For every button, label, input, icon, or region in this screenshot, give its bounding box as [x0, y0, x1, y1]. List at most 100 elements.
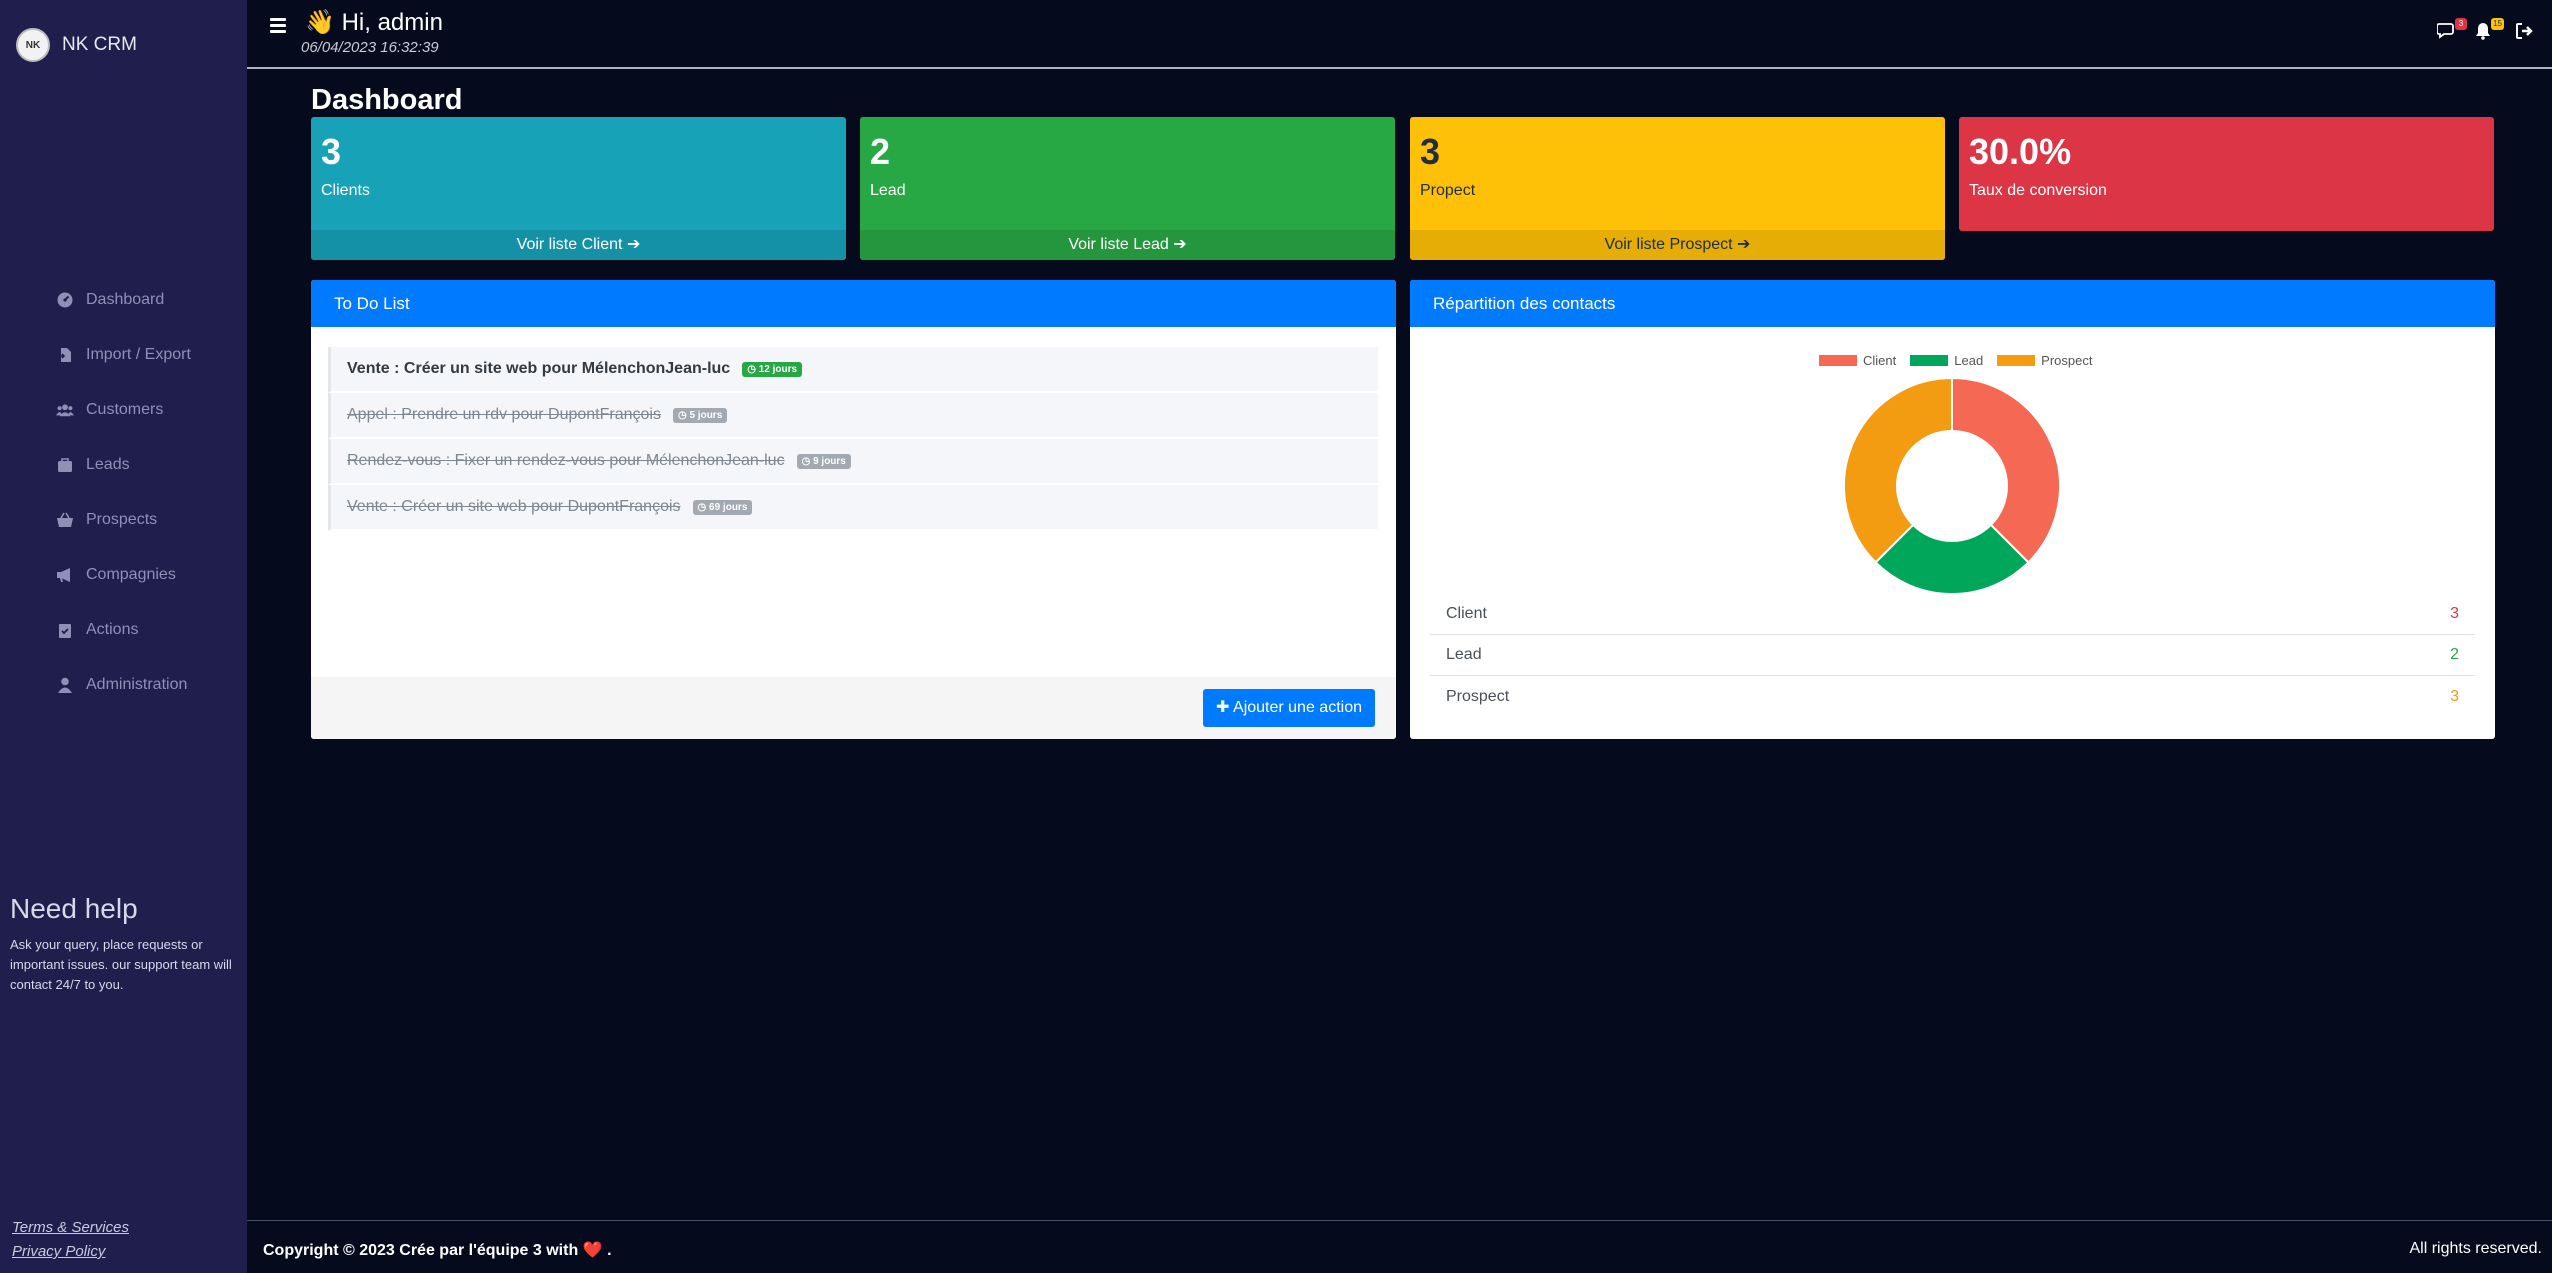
donut-slice-client[interactable] — [1951, 376, 2062, 564]
top-bar: 👋 Hi, admin 06/04/2023 16:32:39 3 15 — [247, 0, 2552, 69]
prospects-label: Propect — [1420, 182, 1476, 199]
clients-card: 3 Clients Voir liste Client ➔ — [311, 117, 846, 260]
file-import-icon — [56, 347, 74, 363]
copyright-period: . — [607, 1242, 612, 1259]
arrow-circle-right-icon: ➔ — [626, 236, 641, 253]
sidebar-item-label: Dashboard — [86, 290, 165, 308]
basket-icon — [56, 512, 74, 528]
notifications-icon[interactable]: 15 — [2474, 18, 2504, 44]
stat-row-prospect: Prospect 3 — [1430, 676, 2475, 717]
todo-item[interactable]: Vente : Créer un site web pour DupontFra… — [328, 485, 1378, 531]
clipboard-check-icon — [56, 622, 74, 638]
sidebar-item-label: Leads — [86, 455, 130, 473]
leads-card: 2 Lead Voir liste Lead ➔ — [860, 117, 1395, 260]
legend-item-lead[interactable]: Lead — [1910, 353, 1983, 368]
sidebar-item-compagnies[interactable]: Compagnies — [56, 547, 191, 602]
sidebar-item-label: Prospects — [86, 510, 158, 528]
user-icon — [56, 677, 74, 693]
todo-panel: To Do List Vente : Créer un site web pou… — [311, 280, 1396, 739]
conversion-rate: 30.0% — [1969, 131, 2072, 172]
stat-row-lead: Lead 2 — [1430, 635, 2475, 676]
sidebar-item-dashboard[interactable]: Dashboard — [56, 272, 191, 327]
users-icon — [56, 402, 74, 418]
todo-item-text: Appel : Prendre un rdv pour DupontFranço… — [347, 406, 661, 423]
greeting-text: Hi, admin — [341, 9, 443, 36]
contacts-distribution-panel: Répartition des contacts Client Lead Prosp… — [1410, 280, 2495, 739]
conversion-label: Taux de conversion — [1969, 182, 2107, 199]
sidebar-item-import-export[interactable]: Import / Export — [56, 327, 191, 382]
leads-label: Lead — [870, 182, 906, 199]
terms-link[interactable]: Terms & Services — [12, 1216, 129, 1240]
sidebar-item-label: Actions — [86, 620, 139, 638]
sidebar-item-administration[interactable]: Administration — [56, 657, 191, 712]
clock-icon: ◷ — [697, 501, 710, 513]
brand[interactable]: NK NK CRM — [16, 28, 137, 62]
sidebar-item-label: Customers — [86, 400, 164, 418]
megaphone-icon — [56, 567, 74, 583]
copyright-text: Copyright © 2023 Crée par l'équipe 3 wit… — [263, 1242, 579, 1259]
prospects-list-link[interactable]: Voir liste Prospect ➔ — [1410, 230, 1945, 260]
legend-swatch — [1819, 355, 1857, 366]
prospects-count: 3 — [1420, 131, 1441, 172]
clients-label: Clients — [321, 182, 370, 199]
brand-logo: NK — [16, 28, 50, 62]
messages-icon[interactable]: 3 — [2436, 18, 2467, 44]
legend-item-client[interactable]: Client — [1819, 353, 1896, 368]
sidebar-item-leads[interactable]: Leads — [56, 437, 191, 492]
legend-swatch — [1997, 355, 2036, 366]
arrow-circle-right-icon: ➔ — [1737, 236, 1751, 253]
menu-toggle-icon[interactable] — [270, 18, 286, 36]
wave-emoji: 👋 — [305, 9, 335, 36]
help-section: Need help Ask your query, place requests… — [10, 893, 240, 995]
stat-label: Lead — [1446, 646, 1482, 663]
add-action-label: Ajouter une action — [1233, 699, 1362, 716]
stat-value: 2 — [2450, 646, 2459, 663]
sidebar-item-label: Import / Export — [86, 345, 191, 363]
help-text: Ask your query, place requests or import… — [10, 937, 232, 992]
donut-chart — [1843, 376, 2062, 595]
todo-due-text: 5 jours — [689, 409, 723, 421]
todo-due-badge: ◷ 9 jours — [796, 453, 851, 469]
todo-item-text: Vente : Créer un site web pour DupontFra… — [347, 498, 681, 515]
sidebar-item-actions[interactable]: Actions — [56, 602, 191, 657]
arrow-circle-right-icon: ➔ — [1173, 236, 1187, 253]
todo-item[interactable]: Rendez-vous : Fixer un rendez-vous pour … — [328, 439, 1378, 485]
logout-icon[interactable] — [2515, 22, 2537, 44]
prospects-card: 3 Propect Voir liste Prospect ➔ — [1410, 117, 1945, 260]
todo-footer: ✚ Ajouter une action — [311, 677, 1396, 739]
todo-item[interactable]: Vente : Créer un site web pour Mélenchon… — [328, 347, 1378, 393]
greeting: 👋 Hi, admin — [305, 8, 443, 37]
distribution-title: Répartition des contacts — [1410, 280, 2495, 327]
legend-item-prospect[interactable]: Prospect — [1997, 353, 2092, 368]
todo-due-badge: ◷ 12 jours — [742, 361, 803, 377]
clock-icon: ◷ — [677, 409, 690, 421]
privacy-link[interactable]: Privacy Policy — [12, 1240, 129, 1264]
heart-icon: ❤️ — [582, 1242, 603, 1259]
briefcase-icon — [56, 457, 74, 473]
add-action-button[interactable]: ✚ Ajouter une action — [1203, 689, 1375, 727]
todo-title: To Do List — [311, 280, 1396, 327]
todo-item-text: Rendez-vous : Fixer un rendez-vous pour … — [347, 452, 785, 469]
plus-icon: ✚ — [1216, 699, 1230, 716]
sidebar-item-label: Compagnies — [86, 565, 176, 583]
clock-icon: ◷ — [801, 455, 814, 467]
legend-label: Client — [1863, 353, 1897, 368]
distribution-stats: Client 3 Lead 2 Prospect 3 — [1430, 594, 2475, 717]
brand-name: NK CRM — [62, 34, 137, 55]
leads-list-link[interactable]: Voir liste Lead ➔ — [860, 230, 1395, 260]
todo-item-text: Vente : Créer un site web pour Mélenchon… — [347, 360, 731, 377]
leads-count: 2 — [870, 131, 891, 172]
sidebar-item-customers[interactable]: Customers — [56, 382, 191, 437]
legend-label: Lead — [1954, 353, 1984, 368]
todo-item[interactable]: Appel : Prendre un rdv pour DupontFranço… — [328, 393, 1378, 439]
sidebar-nav: Dashboard Import / Export Customers Lead… — [56, 272, 191, 712]
sidebar-item-label: Administration — [86, 675, 188, 693]
donut-slice-prospect[interactable] — [1843, 376, 1953, 564]
sidebar-item-prospects[interactable]: Prospects — [56, 492, 191, 547]
current-datetime: 06/04/2023 16:32:39 — [301, 39, 439, 56]
stat-row-client: Client 3 — [1430, 594, 2475, 635]
clients-count: 3 — [321, 131, 342, 172]
leads-link-label: Voir liste Lead — [1068, 236, 1169, 253]
clients-list-link[interactable]: Voir liste Client ➔ — [311, 230, 846, 260]
chart-legend: Client Lead Prospect — [1819, 353, 2092, 368]
